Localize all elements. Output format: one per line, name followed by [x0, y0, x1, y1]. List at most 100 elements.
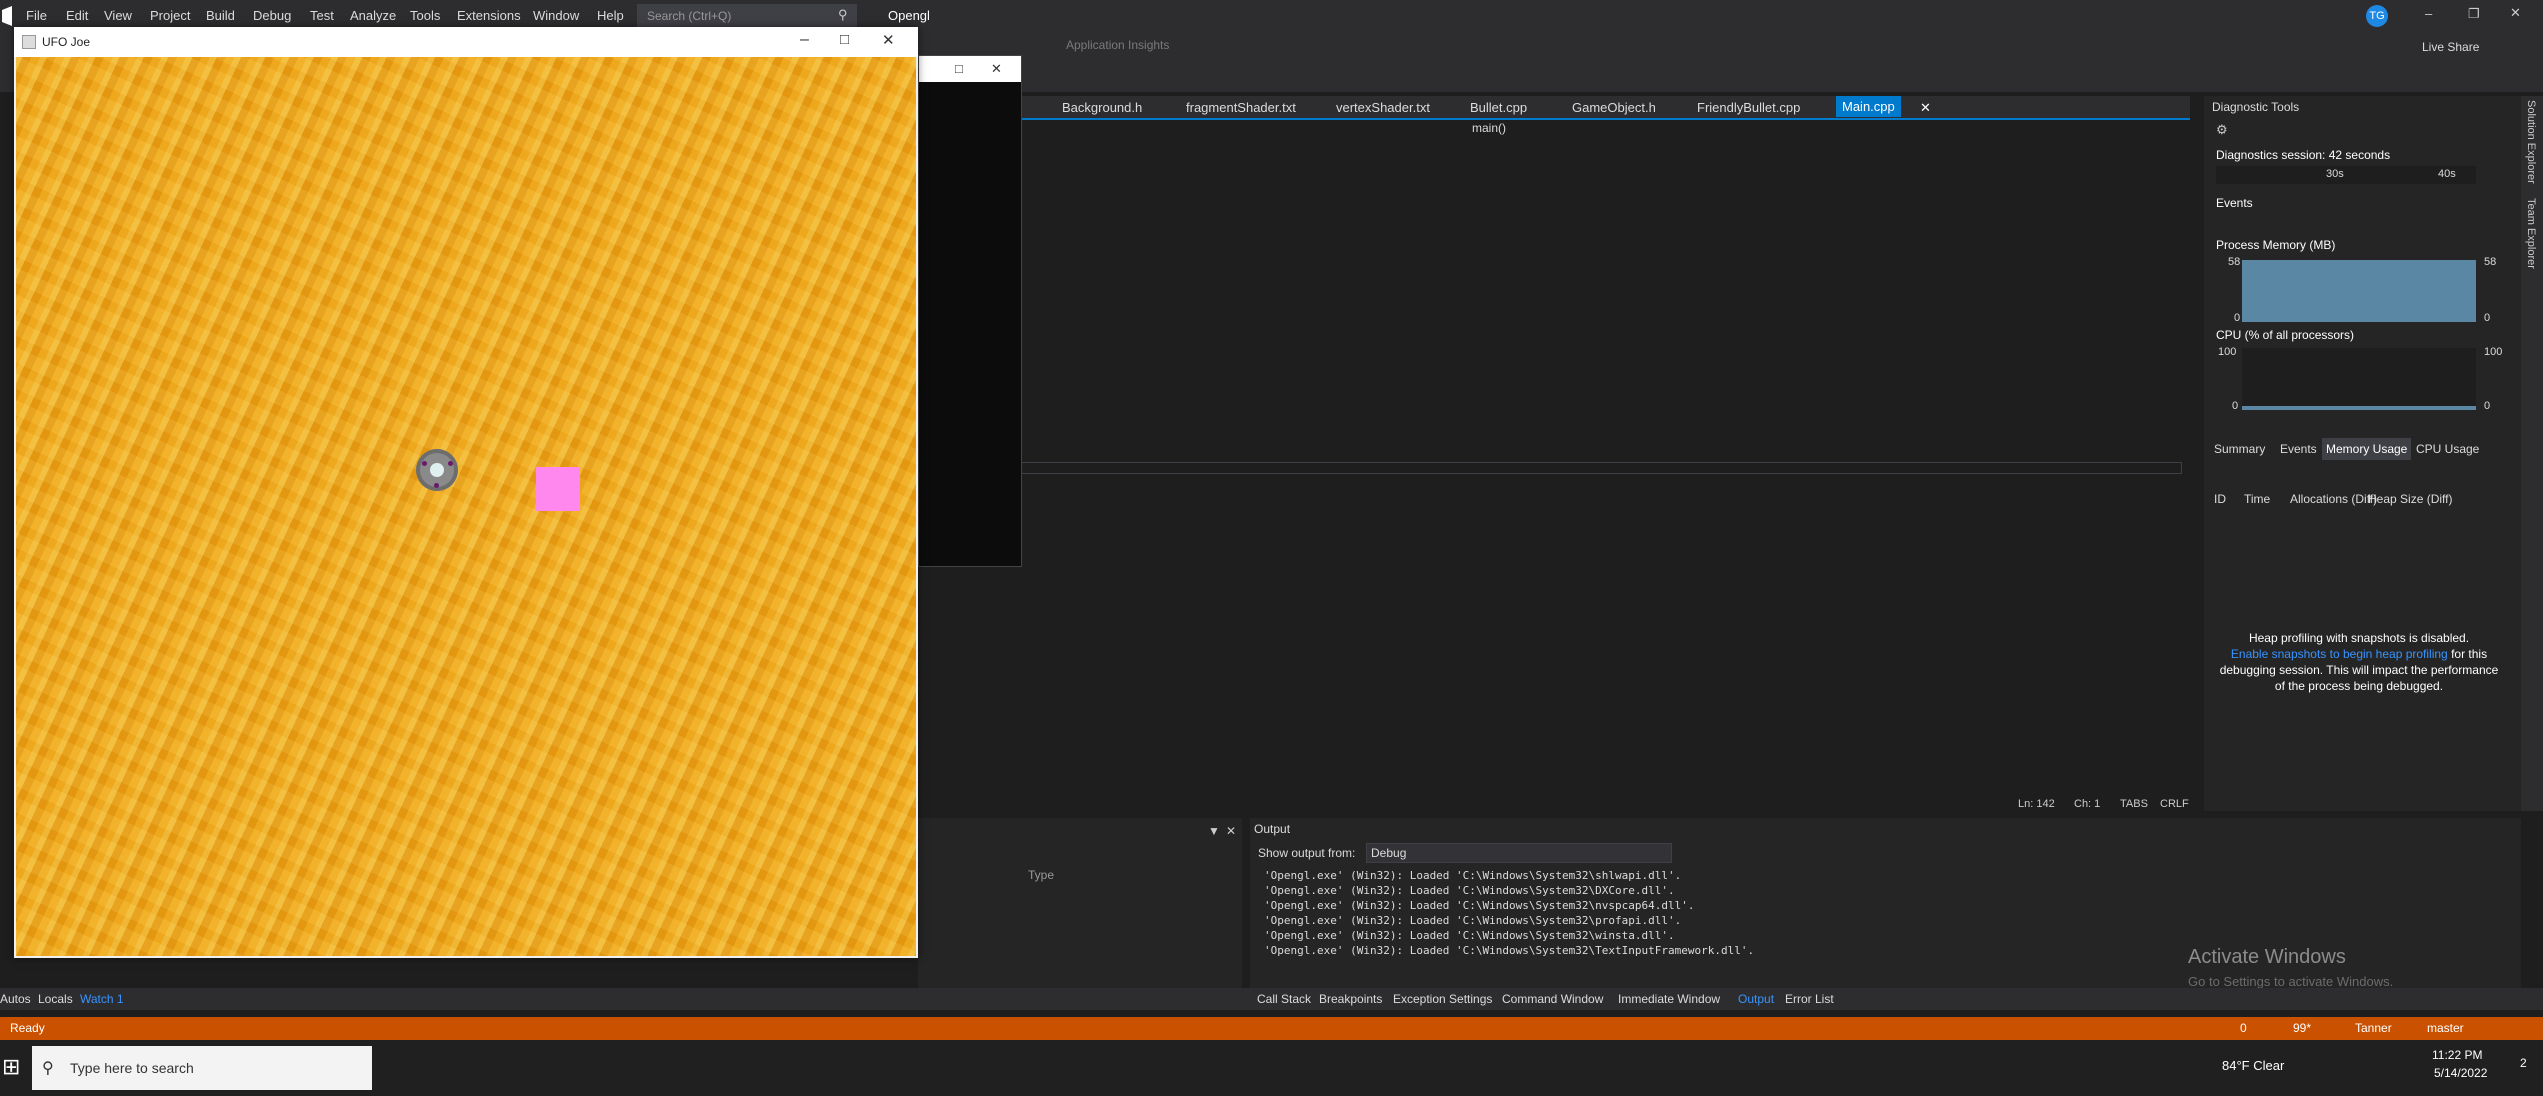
game-minimize-icon[interactable]: – — [800, 31, 809, 49]
search-icon[interactable]: ⚲ — [838, 7, 848, 23]
tab-memory-usage[interactable]: Memory Usage — [2322, 438, 2412, 460]
windows-start-icon[interactable]: ⊞ — [2, 1054, 20, 1080]
console-titlebar[interactable]: □ ✕ — [919, 56, 1021, 82]
tab-exception-settings[interactable]: Exception Settings — [1393, 992, 1492, 1006]
memory-min-right: 0 — [2484, 312, 2491, 324]
tab-vertex-shader[interactable]: vertexShader.txt — [1336, 100, 1430, 115]
solution-explorer-tab[interactable]: Solution Explorer — [2525, 100, 2537, 184]
tab-friendlybullet-cpp[interactable]: FriendlyBullet.cpp — [1697, 100, 1800, 115]
game-maximize-icon[interactable]: □ — [840, 31, 849, 48]
console-close-icon[interactable]: ✕ — [991, 61, 1002, 77]
menu-project[interactable]: Project — [150, 8, 190, 23]
menu-edit[interactable]: Edit — [66, 8, 88, 23]
code-editor[interactable]: main() Ln: 142 Ch: 1 TABS CRLF — [1000, 120, 2190, 810]
close-watch-icon[interactable]: ✕ — [1226, 824, 1236, 838]
enable-snapshots-link[interactable]: Enable snapshots to begin heap profiling — [2231, 647, 2448, 661]
notification-count[interactable]: 2 — [2520, 1056, 2527, 1070]
search-input[interactable]: Search (Ctrl+Q) — [637, 4, 857, 28]
tab-locals[interactable]: Locals — [38, 992, 73, 1006]
output-line: 'Opengl.exe' (Win32): Loaded 'C:\Windows… — [1264, 884, 1675, 897]
console-window[interactable]: □ ✕ — [918, 55, 1022, 567]
team-explorer-tab[interactable]: Team Explorer — [2525, 198, 2537, 269]
col-indicator: Ch: 1 — [2074, 798, 2101, 810]
tab-autos[interactable]: Autos — [0, 992, 31, 1006]
output-source-select[interactable]: Debug — [1366, 843, 1672, 863]
menu-help[interactable]: Help — [597, 8, 624, 23]
taskbar-search-icon: ⚲ — [42, 1060, 54, 1077]
repo-user[interactable]: Tanner — [2355, 1021, 2392, 1035]
timeline[interactable]: 30s 40s — [2216, 166, 2476, 184]
col-id[interactable]: ID — [2214, 492, 2226, 506]
function-nav[interactable]: main() — [1472, 121, 1506, 135]
tab-gameobject-h[interactable]: GameObject.h — [1572, 100, 1656, 115]
branch-name[interactable]: master — [2427, 1021, 2464, 1035]
col-time[interactable]: Time — [2244, 492, 2270, 506]
memory-label[interactable]: Process Memory (MB) — [2216, 238, 2335, 252]
cpu-label[interactable]: CPU (% of all processors) — [2216, 328, 2354, 342]
tab-command-window[interactable]: Command Window — [1502, 992, 1603, 1006]
editor-divider — [1000, 462, 2182, 474]
clock-time[interactable]: 11:22 PM — [2432, 1048, 2482, 1062]
game-titlebar[interactable]: UFO Joe – □ ✕ — [14, 27, 918, 57]
output-line: 'Opengl.exe' (Win32): Loaded 'C:\Windows… — [1264, 899, 1695, 912]
tab-call-stack[interactable]: Call Stack — [1257, 992, 1311, 1006]
weather[interactable]: 84°F Clear — [2222, 1058, 2284, 1073]
ufo-sprite — [416, 449, 458, 491]
output-text[interactable]: 'Opengl.exe' (Win32): Loaded 'C:\Windows… — [1264, 868, 2504, 958]
game-app-icon — [22, 35, 36, 49]
menu-extensions[interactable]: Extensions — [457, 8, 521, 23]
pin-icon[interactable]: ▼ — [1208, 824, 1220, 838]
tab-cpu-usage[interactable]: CPU Usage — [2416, 442, 2479, 456]
tab-background-h[interactable]: Background.h — [1062, 100, 1142, 115]
solution-name: Opengl — [888, 8, 930, 23]
events-label[interactable]: Events — [2216, 196, 2253, 210]
memory-graph — [2242, 260, 2476, 322]
tab-error-list[interactable]: Error List — [1785, 992, 1834, 1006]
tab-fragment-shader[interactable]: fragmentShader.txt — [1186, 100, 1296, 115]
menu-view[interactable]: View — [104, 8, 132, 23]
error-count[interactable]: 0 — [2240, 1021, 2247, 1035]
tab-breakpoints[interactable]: Breakpoints — [1319, 992, 1382, 1006]
watch-panel: Type ▼ ✕ — [918, 818, 1242, 1010]
tab-events[interactable]: Events — [2280, 442, 2317, 456]
menu-build[interactable]: Build — [206, 8, 235, 23]
taskbar-search-placeholder: Type here to search — [70, 1060, 194, 1076]
tab-summary[interactable]: Summary — [2214, 442, 2265, 456]
game-window-title: UFO Joe — [42, 35, 91, 49]
tab-watch-1[interactable]: Watch 1 — [80, 992, 124, 1006]
col-allocations[interactable]: Allocations (Diff) — [2290, 492, 2377, 506]
app-insights-label[interactable]: Application Insights — [1066, 38, 1169, 52]
game-canvas[interactable] — [16, 57, 916, 956]
pending-changes[interactable]: 99* — [2293, 1021, 2311, 1035]
ufo-core — [430, 463, 444, 477]
cpu-max-left: 100 — [2218, 346, 2237, 358]
menu-analyze[interactable]: Analyze — [350, 8, 396, 23]
taskbar-search-input[interactable]: ⚲ Type here to search — [32, 1046, 372, 1090]
avatar[interactable]: TG — [2366, 5, 2388, 27]
menu-window[interactable]: Window — [533, 8, 579, 23]
tab-bullet-cpp[interactable]: Bullet.cpp — [1470, 100, 1527, 115]
menu-file[interactable]: File — [26, 8, 47, 23]
clock-date[interactable]: 5/14/2022 — [2434, 1066, 2487, 1080]
ufo-light — [434, 483, 439, 488]
col-heap-size[interactable]: Heap Size (Diff) — [2368, 492, 2452, 506]
menu-debug[interactable]: Debug — [253, 8, 291, 23]
memory-max-left: 58 — [2228, 256, 2241, 268]
game-close-icon[interactable]: ✕ — [882, 31, 895, 49]
settings-icon[interactable]: ⚙ — [2216, 122, 2228, 138]
menu-tools[interactable]: Tools — [410, 8, 440, 23]
minimize-icon[interactable]: – — [2425, 6, 2432, 21]
tab-main-cpp[interactable]: Main.cpp — [1836, 96, 1901, 117]
close-icon[interactable]: ✕ — [2510, 5, 2521, 21]
output-line: 'Opengl.exe' (Win32): Loaded 'C:\Windows… — [1264, 869, 1682, 882]
tab-output[interactable]: Output — [1738, 992, 1774, 1006]
console-restore-icon[interactable]: □ — [955, 61, 963, 76]
menu-test[interactable]: Test — [310, 8, 334, 23]
close-tab-icon[interactable]: ✕ — [1920, 100, 1931, 116]
taskbar: ⊞ ⚲ Type here to search 84°F Clear 11:22… — [0, 1040, 2543, 1096]
activate-windows-subtitle: Go to Settings to activate Windows. — [2188, 974, 2394, 989]
tab-immediate-window[interactable]: Immediate Window — [1618, 992, 1720, 1006]
game-window[interactable]: UFO Joe – □ ✕ — [14, 27, 918, 958]
live-share-button[interactable]: Live Share — [2422, 40, 2479, 54]
restore-icon[interactable]: ❐ — [2468, 6, 2480, 22]
